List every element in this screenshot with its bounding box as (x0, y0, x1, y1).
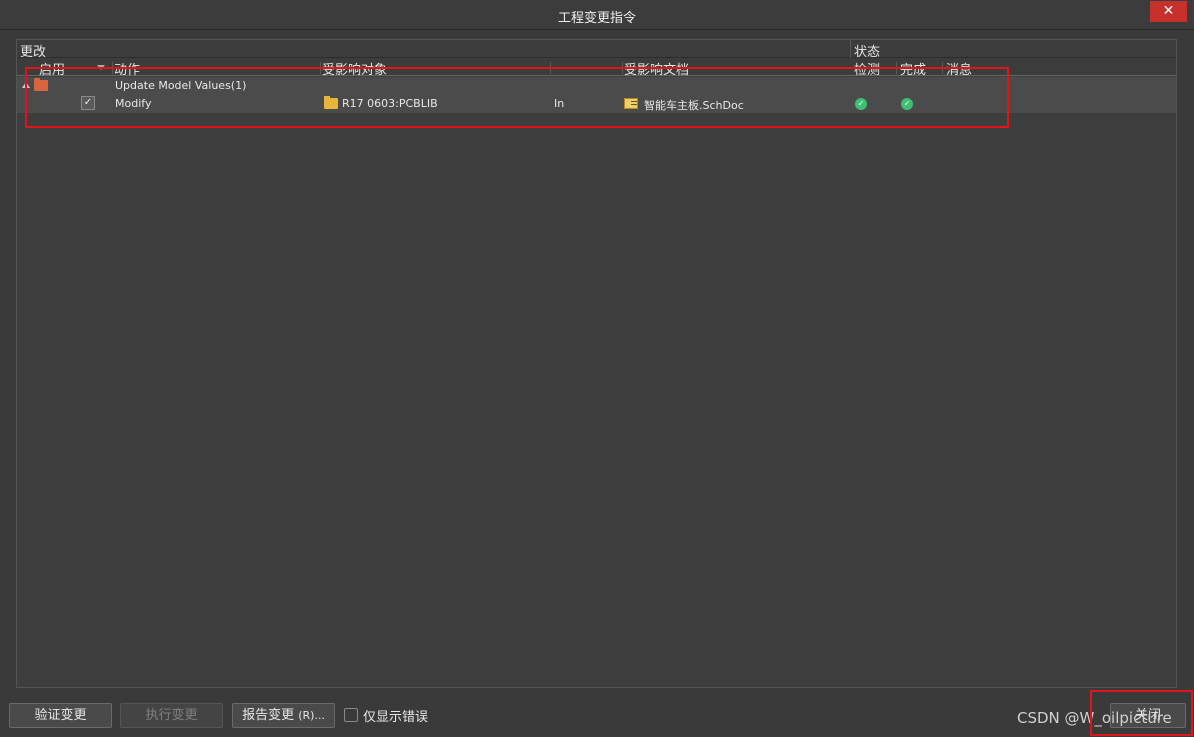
group-row-update-model-values[interactable]: Update Model Values(1) (17, 77, 1176, 95)
header-group-row: 更改 状态 (17, 40, 1176, 76)
window-title: 工程变更指令 (557, 11, 636, 26)
col-check[interactable]: 检测 (854, 59, 880, 78)
row-affected-document: 智能车主板.SchDoc (644, 99, 744, 112)
report-button-suffix: (R)... (298, 709, 325, 722)
check-ok-icon: ✓ (855, 98, 867, 110)
group-action-label: Update Model Values(1) (115, 79, 247, 92)
report-changes-button[interactable]: 报告变更 (R)... (232, 703, 335, 728)
done-ok-icon: ✓ (901, 98, 913, 110)
row-action: Modify (115, 97, 152, 110)
col-message[interactable]: 消息 (946, 59, 972, 78)
sort-down-icon[interactable] (97, 65, 105, 70)
enable-checkbox[interactable]: ✓ (81, 96, 95, 110)
collapse-triangle-icon[interactable] (22, 82, 30, 88)
row-affected-object: R17 0603:PCBLIB (342, 97, 438, 110)
change-row-modify[interactable]: ✓ Modify R17 0603:PCBLIB In 智能车主板.SchDoc… (17, 95, 1176, 113)
header-column-row: 启用 动作 受影响对象 受影响文档 检测 完成 消息 (17, 58, 1176, 78)
only-errors-label[interactable]: 仅显示错误 (363, 706, 428, 725)
validate-changes-button[interactable]: 验证变更 (9, 703, 112, 728)
col-action[interactable]: 动作 (114, 59, 140, 78)
changes-grid: 更改 状态 启用 动作 受影响对象 受影响文档 检测 完成 消息 Update … (16, 39, 1177, 688)
col-affected-object[interactable]: 受影响对象 (322, 59, 387, 78)
col-enable[interactable]: 启用 (39, 59, 65, 78)
col-done[interactable]: 完成 (900, 59, 926, 78)
only-errors-checkbox[interactable] (344, 708, 358, 722)
close-icon[interactable]: ✕ (1150, 1, 1187, 22)
execute-changes-button[interactable]: 执行变更 (120, 703, 223, 728)
col-affected-document[interactable]: 受影响文档 (624, 59, 689, 78)
red-folder-icon (34, 78, 48, 91)
row-direction: In (554, 97, 565, 110)
folder-icon (324, 96, 338, 109)
title-bar: 工程变更指令 ✕ (0, 0, 1194, 30)
schdoc-icon (624, 98, 638, 109)
watermark: CSDN @W_oilpicture (1017, 709, 1172, 727)
report-button-label: 报告变更 (242, 708, 295, 723)
